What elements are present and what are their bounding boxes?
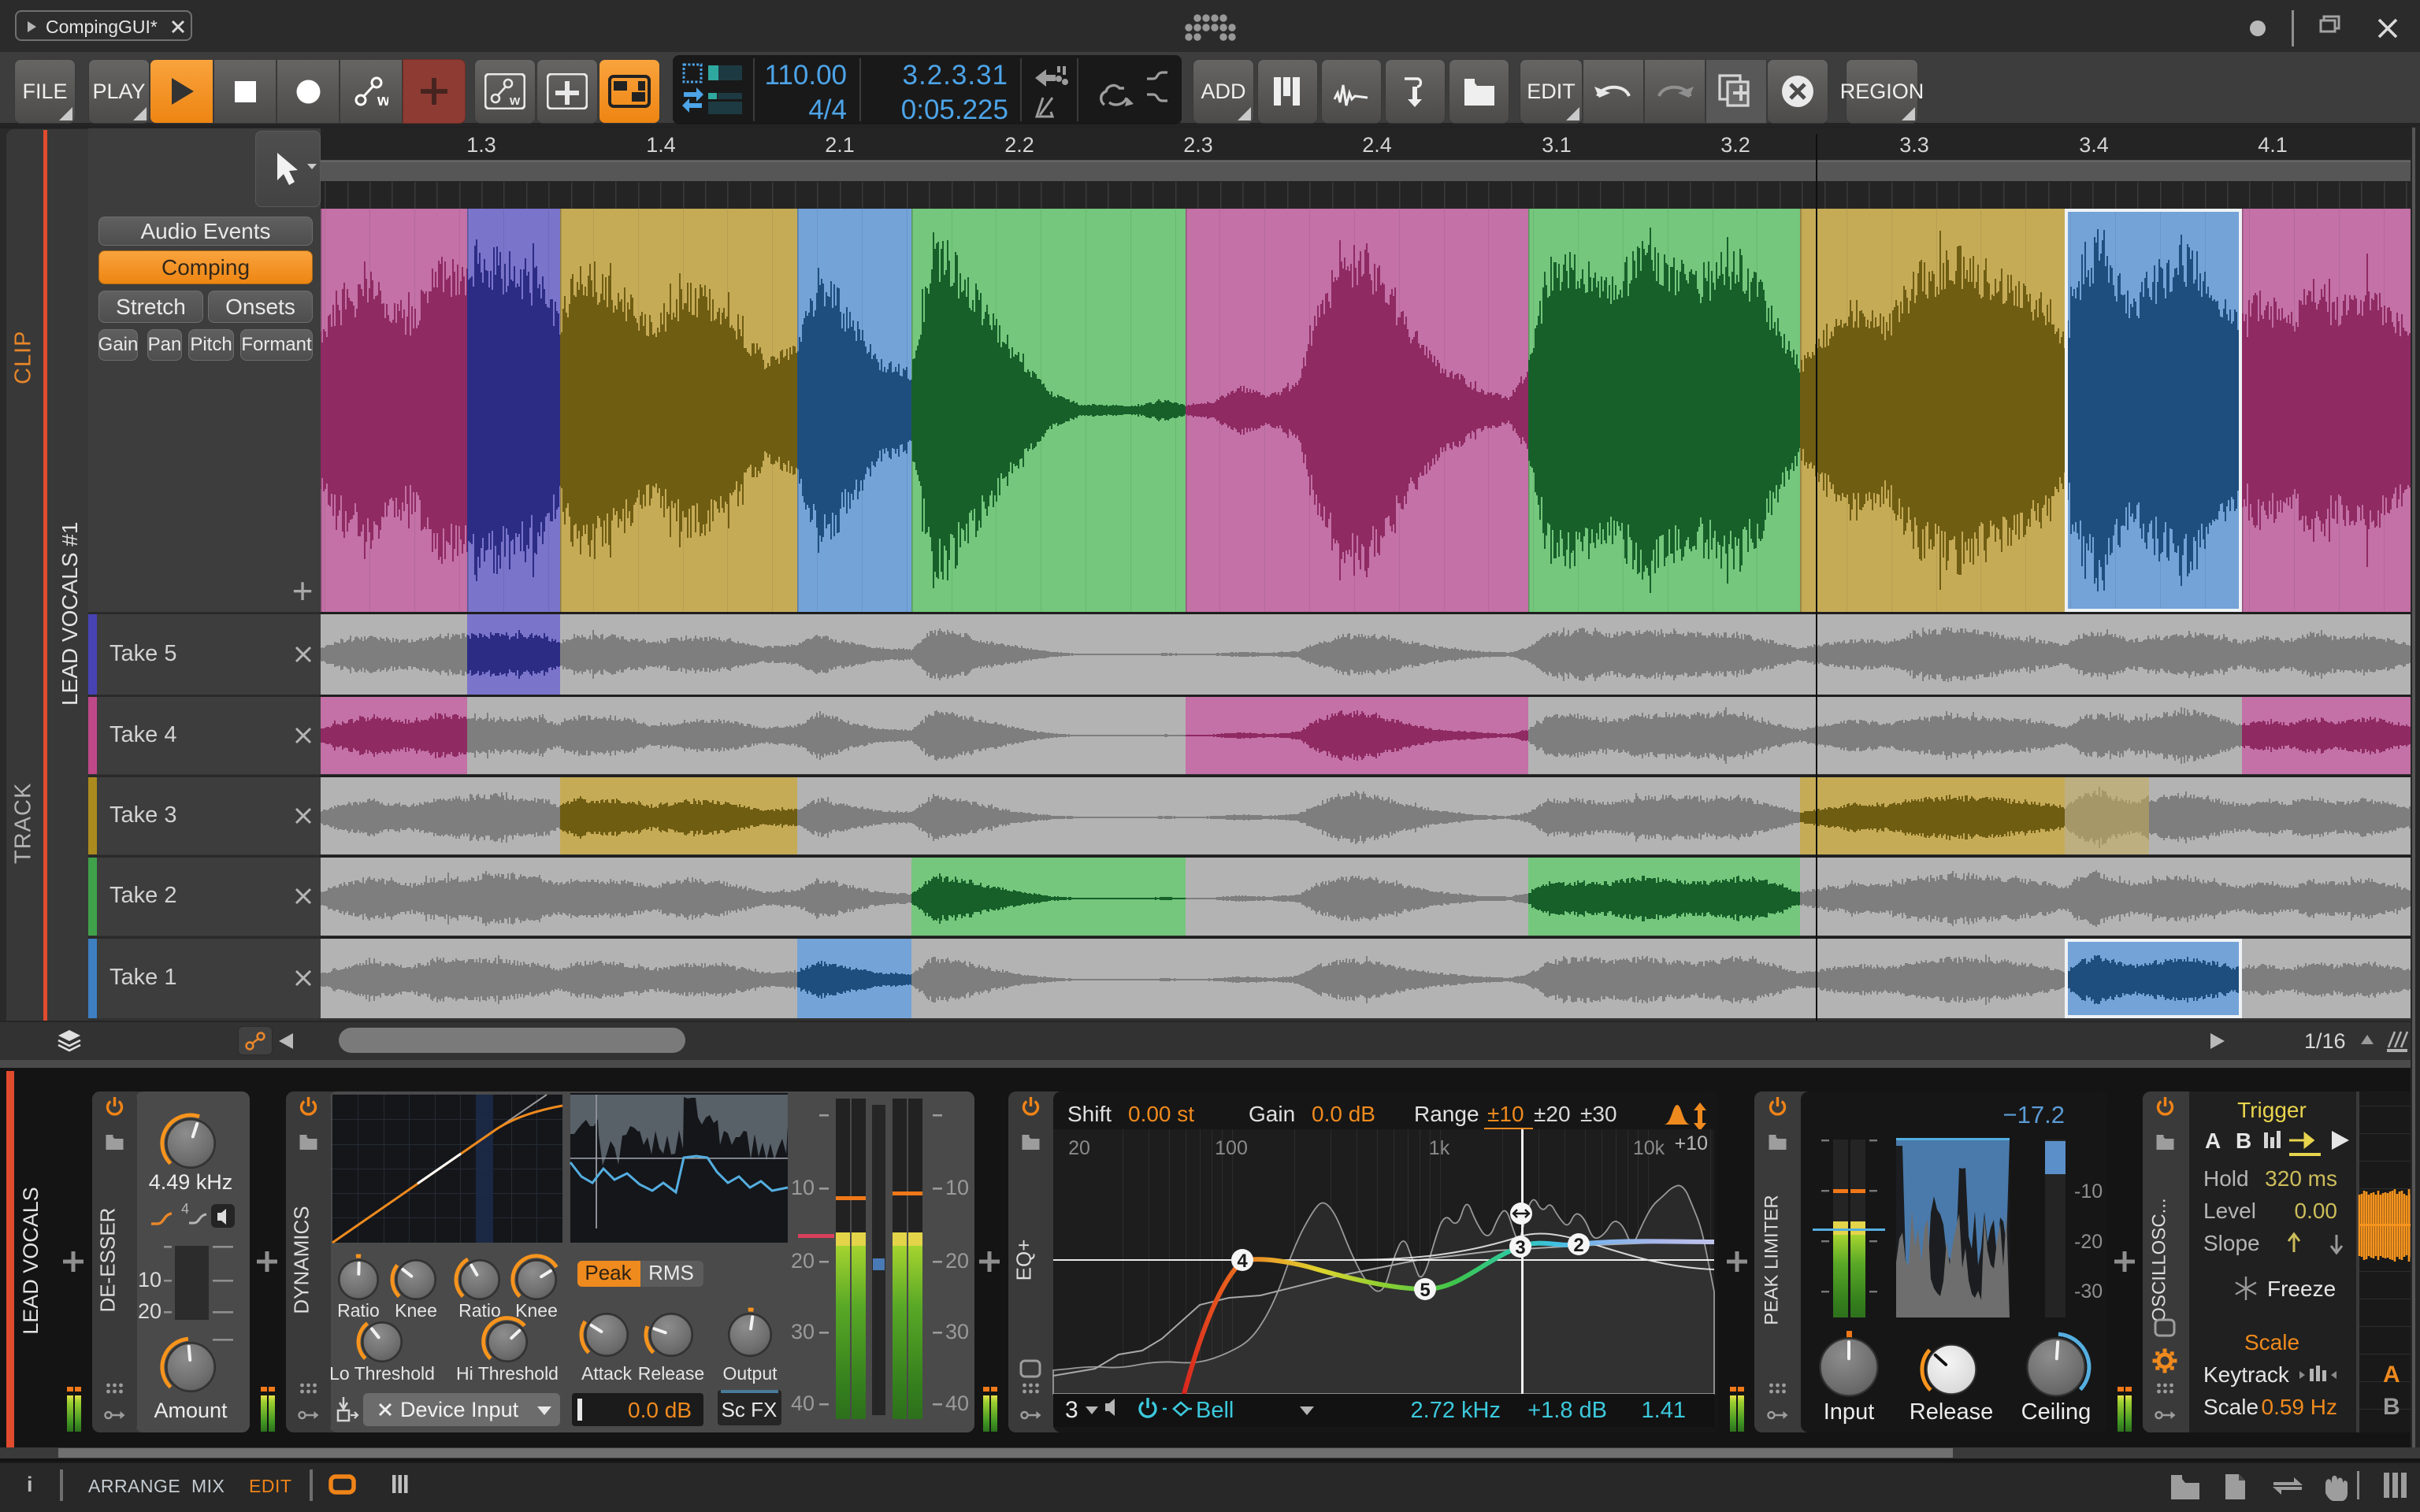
svg-text:4.49 kHz: 4.49 kHz [149,1170,233,1194]
svg-text:5: 5 [1420,1280,1430,1301]
svg-text:20: 20 [138,1299,161,1323]
svg-text:Scale: Scale [2244,1330,2299,1354]
svg-text:Keytrack: Keytrack [2203,1362,2290,1387]
svg-text:3: 3 [1515,1237,1525,1258]
svg-text:Lo Threshold: Lo Threshold [329,1363,435,1384]
svg-text:Hold: Hold [2203,1166,2249,1191]
svg-text:30: 30 [791,1320,815,1343]
svg-text:Attack: Attack [581,1363,632,1384]
svg-text:B: B [2236,1128,2251,1153]
svg-text:±20: ±20 [1534,1102,1571,1126]
svg-text:+10: +10 [1675,1132,1708,1154]
svg-text:1.4: 1.4 [646,133,676,157]
svg-text:10: 10 [945,1176,969,1199]
svg-text:3: 3 [1065,1397,1078,1423]
svg-text:0.0 dB: 0.0 dB [628,1398,692,1422]
svg-text:Scale: Scale [2203,1395,2259,1419]
svg-text:Range: Range [1414,1102,1479,1126]
svg-text:2.3: 2.3 [1183,133,1213,157]
svg-text:40: 40 [945,1392,969,1415]
svg-text:w: w [377,92,388,107]
svg-text:1k: 1k [1429,1137,1450,1159]
svg-text:20: 20 [791,1249,815,1273]
svg-text:3.1: 3.1 [1542,133,1572,157]
svg-text:320 ms: 320 ms [2265,1166,2337,1191]
svg-text:±10: ±10 [1487,1102,1524,1126]
svg-text:2.72 kHz: 2.72 kHz [1411,1398,1501,1423]
svg-text:4: 4 [1237,1251,1248,1272]
svg-text:A: A [2383,1362,2400,1388]
svg-text:+1.8 dB: +1.8 dB [1527,1398,1607,1423]
svg-text:Hi Threshold: Hi Threshold [456,1363,559,1384]
svg-text:0.00: 0.00 [2295,1199,2338,1223]
svg-text:Shift: Shift [1067,1102,1112,1126]
svg-text:EQ+: EQ+ [1012,1240,1036,1281]
svg-text:30: 30 [945,1320,969,1343]
svg-text:Peak: Peak [585,1261,632,1284]
svg-text:4: 4 [181,1201,189,1217]
svg-text:0.00 st: 0.00 st [1128,1102,1194,1126]
svg-text:Level: Level [2203,1199,2256,1223]
svg-text:Ratio: Ratio [458,1300,501,1321]
svg-text:Knee: Knee [515,1300,558,1321]
svg-text:2.4: 2.4 [1362,133,1392,157]
svg-text:20: 20 [945,1249,969,1273]
svg-text:Trigger: Trigger [2237,1098,2307,1122]
svg-text:Ratio: Ratio [337,1300,380,1321]
svg-text:3.3: 3.3 [1899,133,1929,157]
svg-text:1.3: 1.3 [466,133,496,157]
svg-text:OSCILLOSC...: OSCILLOSC... [2149,1198,2170,1321]
svg-text:RMS: RMS [648,1261,694,1284]
svg-text:10k: 10k [1633,1137,1665,1159]
svg-text:Slope: Slope [2203,1231,2260,1255]
svg-text:40: 40 [791,1392,815,1415]
svg-text:0.0 dB: 0.0 dB [1312,1102,1375,1126]
svg-text:-30: -30 [2074,1280,2103,1303]
svg-text:Gain: Gain [1249,1102,1295,1126]
svg-text:-20: -20 [2074,1231,2103,1253]
svg-text:Device Input: Device Input [400,1398,519,1421]
svg-text:DE-ESSER: DE-ESSER [96,1208,120,1313]
svg-text:3.4: 3.4 [2079,133,2109,157]
svg-text:4.1: 4.1 [2258,133,2288,157]
svg-text:±30: ±30 [1580,1102,1617,1126]
svg-text:B: B [2383,1394,2400,1420]
svg-text:1.41: 1.41 [1642,1398,1686,1423]
svg-text:Knee: Knee [395,1300,437,1321]
svg-text:2: 2 [1573,1235,1583,1256]
svg-text:2.2: 2.2 [1004,133,1034,157]
svg-text:-10: -10 [2074,1180,2103,1203]
svg-text:DYNAMICS: DYNAMICS [290,1206,314,1314]
svg-text:Release: Release [638,1363,704,1384]
svg-text:10: 10 [791,1176,815,1199]
svg-text:PEAK LIMITER: PEAK LIMITER [1761,1195,1783,1325]
svg-text:w: w [509,93,521,108]
svg-text:Input: Input [1824,1399,1875,1425]
svg-text:Freeze: Freeze [2267,1277,2336,1301]
svg-text:Output: Output [722,1363,778,1384]
svg-text:100: 100 [1215,1137,1248,1159]
svg-text:Ceiling: Ceiling [2021,1399,2092,1425]
svg-text:Release: Release [1910,1399,1993,1425]
svg-text:20: 20 [1068,1137,1090,1159]
svg-text:−17.2: −17.2 [2003,1101,2065,1128]
svg-text:3.2: 3.2 [1720,133,1750,157]
svg-text:A: A [2205,1128,2221,1153]
svg-text:10: 10 [138,1268,161,1292]
svg-text:0.59 Hz: 0.59 Hz [2262,1395,2338,1419]
svg-text:Sc FX: Sc FX [722,1398,778,1421]
svg-text:LEAD VOCALS: LEAD VOCALS [19,1187,43,1335]
svg-text:2.1: 2.1 [825,133,855,157]
svg-text:Amount: Amount [154,1399,228,1422]
svg-text:Bell: Bell [1196,1398,1234,1423]
